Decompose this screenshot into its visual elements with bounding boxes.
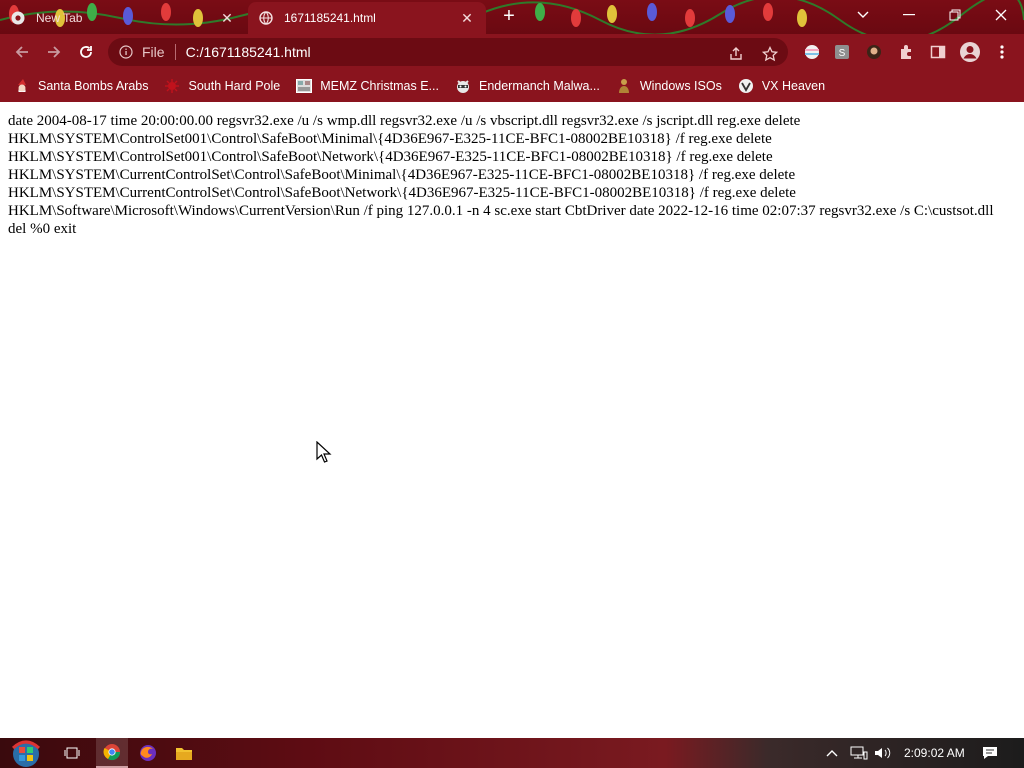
figure-icon: [616, 78, 632, 94]
bookmark-label: VX Heaven: [761, 79, 826, 93]
minimize-icon[interactable]: [886, 0, 932, 30]
tab-label: New Tab: [36, 11, 83, 25]
bookmark-label: Endermanch Malwa...: [478, 79, 600, 93]
tab-current-file[interactable]: 1671185241.html ✕: [248, 2, 486, 34]
more-options-icon[interactable]: [990, 40, 1014, 64]
bookmark-item[interactable]: Endermanch Malwa...: [455, 78, 600, 94]
share-icon[interactable]: [726, 44, 746, 64]
bookmark-item[interactable]: MEMZ Christmas E...: [296, 78, 439, 94]
close-icon[interactable]: [978, 0, 1024, 30]
bookmark-item[interactable]: Santa Bombs Arabs: [14, 78, 148, 94]
taskbar-file-explorer-icon[interactable]: [170, 738, 198, 768]
new-tab-button[interactable]: +: [498, 6, 520, 28]
chrome-icon: [10, 10, 26, 26]
bookmark-label: Santa Bombs Arabs: [38, 79, 149, 93]
tab-strip: New Tab ✕ 1671185241.html ✕ +: [0, 0, 1024, 34]
s-extension-icon[interactable]: S: [830, 40, 854, 64]
santa-icon: [14, 78, 30, 94]
page-viewport: date 2004-08-17 time 20:00:00.00 regsvr3…: [0, 102, 1024, 738]
profile-avatar-icon[interactable]: [958, 40, 982, 64]
bookmark-label: Windows ISOs: [639, 79, 722, 93]
vx-logo-icon: [738, 78, 754, 94]
address-bar[interactable]: File C:/1671185241.html: [108, 38, 788, 66]
screen-thumbnail-icon: [296, 78, 313, 94]
task-view-icon[interactable]: [58, 738, 86, 768]
bookmark-label: South Hard Pole: [188, 79, 281, 93]
omnibox-divider: [174, 44, 176, 60]
spiky-ball-icon: [164, 78, 180, 94]
volume-icon[interactable]: [874, 738, 892, 768]
close-tab-icon[interactable]: ✕: [218, 9, 236, 27]
bookmark-star-icon[interactable]: [760, 44, 780, 64]
batch-script-text: date 2004-08-17 time 20:00:00.00 regsvr3…: [8, 113, 994, 237]
info-icon[interactable]: [114, 45, 138, 59]
side-panel-icon[interactable]: [926, 40, 950, 64]
back-icon[interactable]: [10, 40, 34, 64]
reload-icon[interactable]: [74, 40, 98, 64]
taskbar-firefox-icon[interactable]: [134, 738, 162, 768]
close-tab-icon[interactable]: ✕: [458, 9, 476, 27]
clock[interactable]: 2:09:02 AM: [904, 738, 965, 768]
notifications-icon[interactable]: [982, 738, 998, 768]
svg-text:S: S: [839, 48, 846, 59]
url-text[interactable]: C:/1671185241.html: [186, 44, 311, 60]
bookmark-label: MEMZ Christmas E...: [320, 79, 439, 93]
globe-icon: [258, 10, 274, 26]
start-button[interactable]: [6, 738, 46, 768]
url-scheme-label: File: [142, 44, 165, 60]
taskbar-chrome-icon[interactable]: [96, 738, 128, 768]
chevron-up-icon[interactable]: [826, 738, 838, 768]
avatar-extension-icon[interactable]: [862, 40, 886, 64]
bookmarks-bar: Santa Bombs Arabs South Hard Pole MEMZ C…: [0, 70, 1024, 102]
bookmark-item[interactable]: Windows ISOs: [616, 78, 722, 94]
raccoon-icon: [455, 78, 471, 94]
forward-icon[interactable]: [42, 40, 66, 64]
network-icon[interactable]: [850, 738, 868, 768]
flag-extension-icon[interactable]: [800, 40, 824, 64]
restore-icon[interactable]: [932, 0, 978, 30]
extensions-puzzle-icon[interactable]: [894, 40, 918, 64]
mouse-cursor-icon: [316, 441, 332, 463]
bookmark-item[interactable]: South Hard Pole: [164, 78, 280, 94]
bookmark-item[interactable]: VX Heaven: [738, 78, 825, 94]
taskbar: 2:09:02 AM: [0, 738, 1024, 768]
browser-toolbar: File C:/1671185241.html S: [0, 34, 1024, 70]
tab-label: 1671185241.html: [284, 11, 376, 25]
tab-new-tab[interactable]: New Tab ✕: [0, 2, 246, 34]
chevron-down-icon[interactable]: [840, 0, 886, 30]
